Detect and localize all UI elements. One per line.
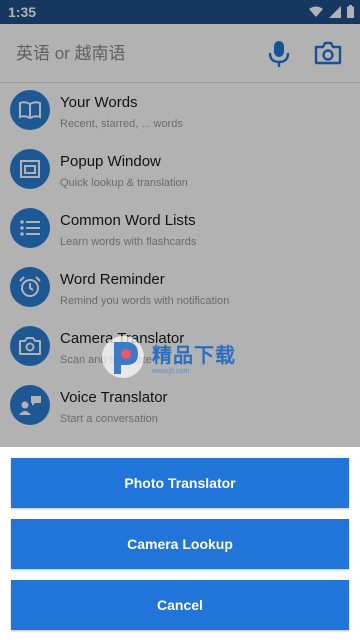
photo-translator-button[interactable]: Photo Translator [11,458,349,508]
camera-lookup-button[interactable]: Camera Lookup [11,519,349,569]
watermark-url: www.jb.com [152,368,190,375]
watermark-text: 精品下载 www.jb.com [152,339,236,375]
action-sheet: Photo Translator Camera Lookup Cancel [0,447,360,640]
watermark-logo-icon [102,336,144,378]
watermark-title: 精品下载 [152,345,236,367]
cancel-button[interactable]: Cancel [11,580,349,630]
watermark: 精品下载 www.jb.com [100,334,236,380]
